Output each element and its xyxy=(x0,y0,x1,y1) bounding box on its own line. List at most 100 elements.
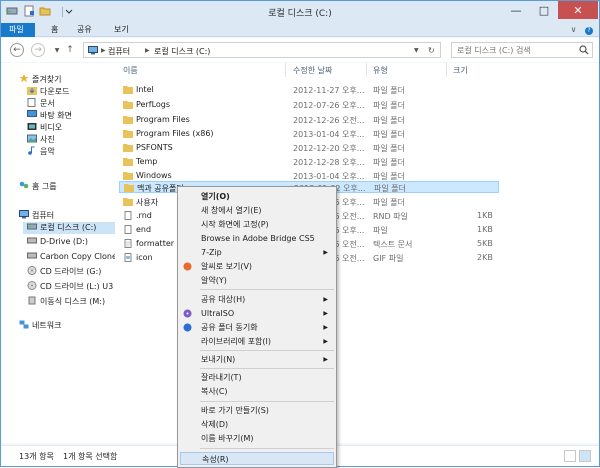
nav-computer[interactable]: 컴퓨터 xyxy=(19,210,54,222)
menu-item-sync-shared-folder[interactable]: 공유 폴더 동기화 ▶ xyxy=(180,321,334,334)
folder-icon xyxy=(123,198,133,206)
pictures-icon xyxy=(27,134,37,143)
folder-icon xyxy=(123,101,133,109)
menu-separator xyxy=(200,350,334,351)
file-row[interactable]: Program Files (x86) 2013-01-04 오후... 파일 폴더 xyxy=(119,128,499,140)
help-icon[interactable]: ? xyxy=(585,27,593,35)
expand-ribbon-icon[interactable]: ∨ xyxy=(571,25,577,34)
column-header-modified[interactable]: 수정한 날짜 xyxy=(293,65,332,76)
menu-item-rename[interactable]: 이름 바꾸기(M) xyxy=(180,432,334,445)
tab-view[interactable]: 보기 xyxy=(106,23,137,37)
nav-documents[interactable]: 문서 xyxy=(27,98,55,110)
back-button[interactable]: ← xyxy=(10,43,24,57)
menu-item-cut[interactable]: 잘라내기(T) xyxy=(180,371,334,384)
menu-item-pin-to-start[interactable]: 시작 화면에 고정(P) xyxy=(180,218,334,231)
address-dropdown-icon[interactable]: ▼ xyxy=(414,47,419,54)
submenu-arrow-icon: ▶ xyxy=(323,249,328,256)
menu-item-properties[interactable]: 속성(R) xyxy=(180,452,334,465)
menu-item-open-new-window[interactable]: 새 창에서 열기(E) xyxy=(180,204,334,217)
up-button[interactable]: ↑ xyxy=(63,43,77,57)
tab-file[interactable]: 파일 xyxy=(1,23,35,37)
nav-drive-c[interactable]: 로컬 디스크 (C:) xyxy=(23,222,115,234)
search-input[interactable] xyxy=(457,45,572,56)
file-icon xyxy=(124,225,132,234)
nav-homegroup[interactable]: 홈 그룹 xyxy=(19,181,57,193)
breadcrumb-local-disk[interactable]: 로컬 디스크 (C:) xyxy=(154,46,210,57)
chevron-down-icon: ▼ xyxy=(54,46,60,54)
nav-removable-m[interactable]: 이동식 디스크 (M:) xyxy=(27,296,105,308)
menu-item-adobe-bridge[interactable]: Browse in Adobe Bridge CS5 xyxy=(180,232,334,245)
file-row[interactable]: PerfLogs 2012-07-26 오후... 파일 폴더 xyxy=(119,99,499,111)
search-box[interactable] xyxy=(451,42,593,58)
file-row[interactable]: Program Files 2012-12-26 오전... 파일 폴더 xyxy=(119,114,499,126)
nav-desktop[interactable]: 바탕 화면 xyxy=(27,110,72,122)
menu-item-delete[interactable]: 삭제(D) xyxy=(180,418,334,431)
tab-home[interactable]: 홈 xyxy=(43,23,66,37)
submenu-arrow-icon: ▶ xyxy=(323,338,328,345)
nav-cd-drive-g[interactable]: CD 드라이브 (G:) xyxy=(27,266,101,278)
column-header-type[interactable]: 유형 xyxy=(373,65,388,76)
refresh-icon[interactable]: ↻ xyxy=(428,46,435,55)
drive-icon xyxy=(27,223,37,230)
nav-music[interactable]: 음악 xyxy=(27,146,55,158)
alsee-icon xyxy=(183,262,192,271)
folder-icon xyxy=(123,130,133,138)
folder-icon xyxy=(123,86,133,94)
menu-item-include-in-library[interactable]: 라이브러리에 포함(I) ▶ xyxy=(180,335,334,348)
details-view-icon[interactable] xyxy=(564,450,576,462)
nav-carbon-copy-clone[interactable]: Carbon Copy Clone xyxy=(27,251,117,263)
recent-locations-button[interactable]: ▼ xyxy=(50,43,64,57)
menu-separator xyxy=(200,401,334,402)
minimize-button[interactable]: — xyxy=(502,1,530,19)
file-row[interactable]: PSFONTS 2012-12-20 오후... 파일 폴더 xyxy=(119,142,499,154)
star-icon xyxy=(19,74,29,83)
search-icon[interactable] xyxy=(579,45,589,55)
nav-videos[interactable]: 비디오 xyxy=(27,122,62,134)
nav-network[interactable]: 네트워크 xyxy=(19,320,61,332)
nav-favorites[interactable]: 즐겨찾기 xyxy=(19,74,61,86)
column-header-size[interactable]: 크기 xyxy=(453,65,468,76)
breadcrumb-separator: ▶ xyxy=(145,47,150,54)
arrow-left-icon: ← xyxy=(13,45,21,55)
menu-separator xyxy=(200,368,334,369)
file-row[interactable]: Intel 2012-11-27 오후... 파일 폴더 xyxy=(119,84,499,96)
menu-item-alyac[interactable]: 알약(Y) xyxy=(180,274,334,287)
column-header-name[interactable]: 이름 xyxy=(123,65,138,76)
image-file-icon xyxy=(124,253,132,262)
ribbon-tabs: 파일 홈 공유 보기 ∨ ? xyxy=(1,23,599,37)
file-row[interactable]: Temp 2012-12-28 오후... 파일 폴더 xyxy=(119,156,499,168)
menu-item-copy[interactable]: 복사(C) xyxy=(180,385,334,398)
download-icon xyxy=(27,87,37,95)
maximize-icon: □ xyxy=(538,3,550,17)
homegroup-icon xyxy=(19,181,29,189)
menu-item-alsee[interactable]: 알씨로 보기(V) xyxy=(180,260,334,273)
breadcrumb-computer[interactable]: 컴퓨터 xyxy=(108,46,130,57)
breadcrumb-separator: ▶ xyxy=(101,47,106,54)
computer-icon xyxy=(19,210,29,219)
network-icon xyxy=(19,320,29,329)
menu-item-7zip[interactable]: 7-Zip ▶ xyxy=(180,246,334,259)
computer-icon xyxy=(88,46,98,55)
forward-button[interactable]: → xyxy=(31,43,45,57)
maximize-button[interactable]: □ xyxy=(530,1,558,19)
menu-item-ultraiso[interactable]: UltraISO ▶ xyxy=(180,307,334,320)
address-row: ← → ▼ ↑ ▶ 컴퓨터 ▶ 로컬 디스크 (C:) ▼ ↻ xyxy=(1,38,599,62)
submenu-arrow-icon: ▶ xyxy=(323,324,328,331)
tab-share[interactable]: 공유 xyxy=(69,23,100,37)
address-bar[interactable]: ▶ 컴퓨터 ▶ 로컬 디스크 (C:) ▼ ↻ xyxy=(83,42,441,58)
close-button[interactable]: ✕ xyxy=(558,1,598,19)
nav-cd-drive-l[interactable]: CD 드라이브 (L:) U3 xyxy=(27,281,113,293)
menu-item-send-to[interactable]: 보내기(N) ▶ xyxy=(180,353,334,366)
submenu-arrow-icon: ▶ xyxy=(323,356,328,363)
folder-icon xyxy=(123,144,133,152)
large-icons-view-icon[interactable] xyxy=(579,450,591,462)
menu-item-open[interactable]: 열기(O) xyxy=(180,190,334,203)
nav-pictures[interactable]: 사진 xyxy=(27,134,55,146)
status-item-count: 13개 항목 xyxy=(19,452,54,461)
menu-item-create-shortcut[interactable]: 바로 가기 만들기(S) xyxy=(180,404,334,417)
menu-item-share-with[interactable]: 공유 대상(H) ▶ xyxy=(180,293,334,306)
nav-drive-d[interactable]: D-Drive (D:) xyxy=(27,236,88,248)
nav-downloads[interactable]: 다운로드 xyxy=(27,86,69,98)
arrow-right-icon: → xyxy=(34,45,42,55)
arrow-up-icon: ↑ xyxy=(66,45,74,55)
